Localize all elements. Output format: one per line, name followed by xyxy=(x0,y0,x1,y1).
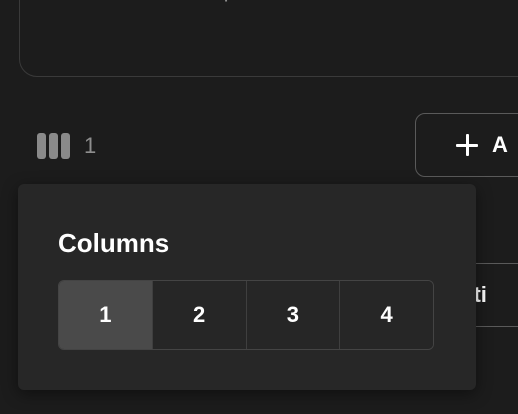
profile-role: Frontend Developer xyxy=(61,0,255,3)
columns-segmented-control: 1 2 3 4 xyxy=(58,280,434,350)
column-count: 1 xyxy=(84,133,97,158)
columns-icon xyxy=(37,133,70,159)
profile-card: Frontend Developer xyxy=(19,0,518,77)
column-option-4[interactable]: 4 xyxy=(340,281,433,349)
column-option-2[interactable]: 2 xyxy=(152,281,247,349)
page: Frontend Developer 1 A ecti Columns 1 2 … xyxy=(0,0,518,414)
columns-popover: Columns 1 2 3 4 xyxy=(18,184,476,390)
column-option-3[interactable]: 3 xyxy=(246,281,341,349)
add-button[interactable]: A xyxy=(415,113,518,177)
add-button-label: A xyxy=(492,132,508,157)
column-option-1[interactable]: 1 xyxy=(59,281,153,349)
popover-title: Columns xyxy=(58,228,170,258)
column-indicator[interactable]: 1 xyxy=(37,133,96,159)
plus-icon xyxy=(456,134,478,156)
